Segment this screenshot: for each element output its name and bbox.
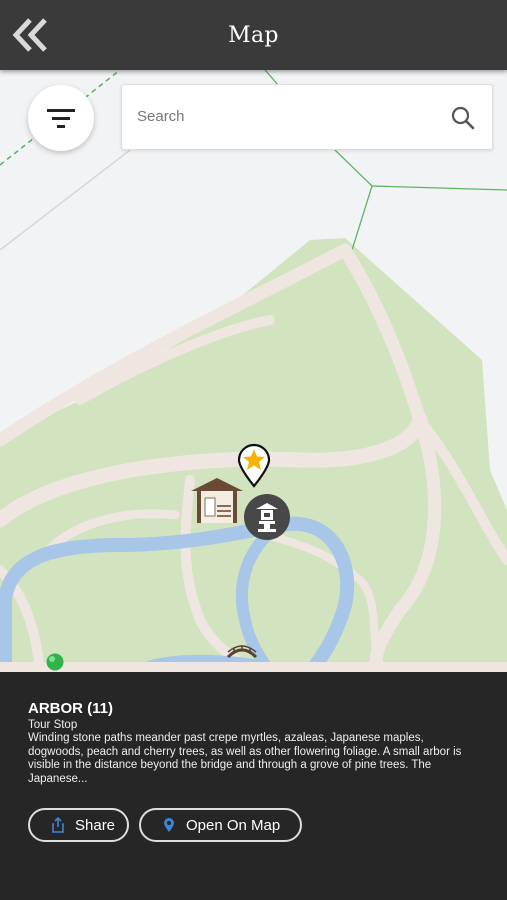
- share-icon: [52, 817, 64, 833]
- info-panel: ARBOR (11) Tour Stop Winding stone paths…: [0, 672, 507, 900]
- green-dot-icon: [46, 653, 64, 671]
- double-chevron-left-icon: [12, 18, 47, 52]
- stop-type: Tour Stop: [28, 719, 78, 731]
- search-box: [121, 84, 493, 150]
- road-line: [0, 149, 131, 251]
- search-input[interactable]: [135, 107, 439, 126]
- back-button[interactable]: [12, 16, 52, 54]
- page-title: Map: [228, 22, 279, 48]
- stop-name: ARBOR (11): [28, 700, 114, 717]
- map-canvas: [0, 70, 507, 672]
- share-button[interactable]: Share: [28, 808, 129, 842]
- filter-button[interactable]: [28, 85, 94, 151]
- boundary-line: [351, 185, 373, 251]
- search-icon[interactable]: [450, 105, 476, 131]
- share-label: Share: [75, 816, 116, 834]
- map-view[interactable]: [0, 70, 507, 672]
- open-on-map-label: Open On Map: [186, 816, 281, 834]
- location-pin-icon: [164, 818, 174, 832]
- app-header: Map: [0, 0, 507, 70]
- stone-lantern-icon: [244, 494, 290, 540]
- arbor-icon: [191, 478, 243, 523]
- bridge-icon: [226, 645, 258, 659]
- stop-description: Winding stone paths meander past crepe m…: [28, 732, 462, 785]
- open-on-map-button[interactable]: Open On Map: [139, 808, 302, 842]
- bottom-path: [0, 662, 507, 672]
- filter-lines-icon: [47, 109, 75, 128]
